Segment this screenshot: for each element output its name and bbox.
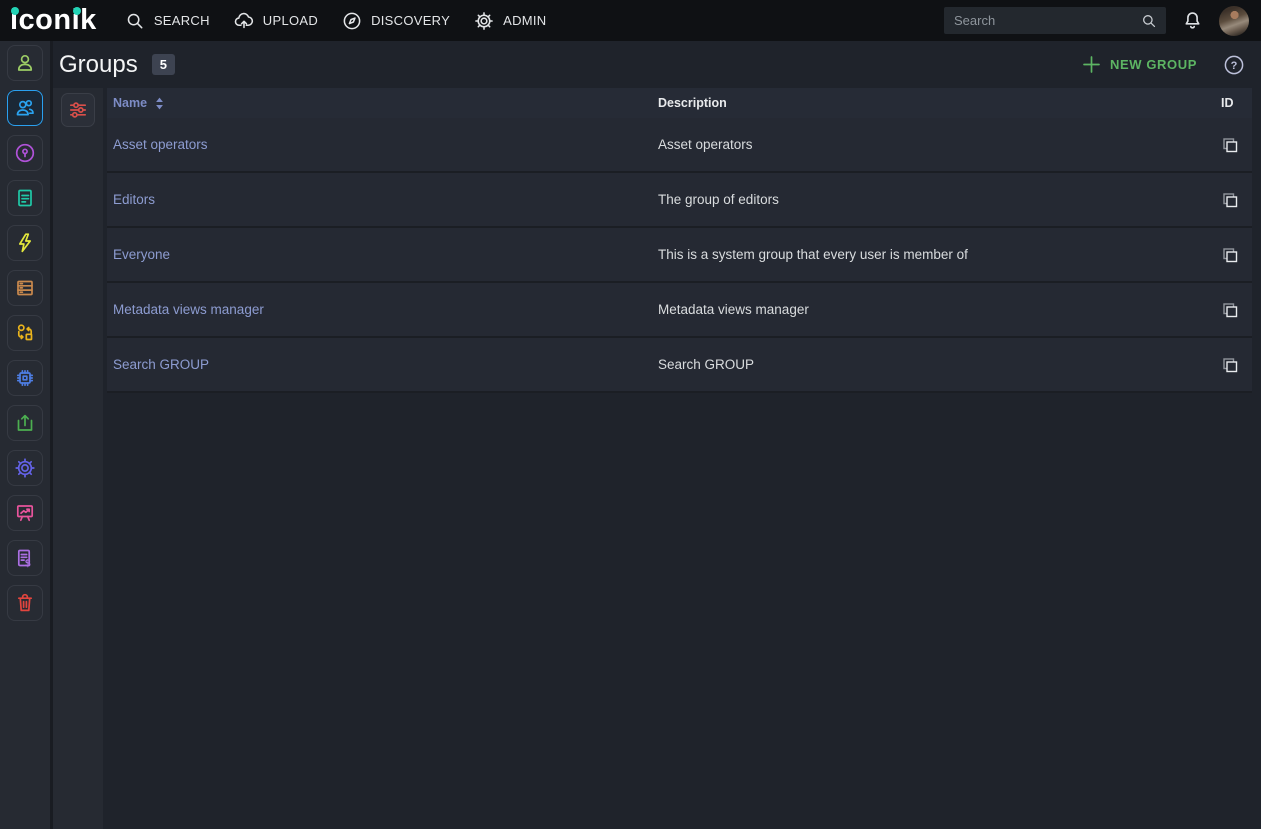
plus-icon [1082, 55, 1101, 74]
nav-admin[interactable]: ADMIN [473, 10, 546, 32]
sidebar-item-metadata-views[interactable] [7, 180, 43, 216]
nav-label: DISCOVERY [371, 13, 450, 28]
swap-icon [13, 321, 37, 345]
app-body: $ Groups 5 NEW GROUP [0, 41, 1261, 829]
cpu-icon [13, 366, 37, 390]
new-group-button[interactable]: NEW GROUP [1082, 55, 1197, 74]
column-header-id: ID [1221, 96, 1252, 110]
table-row: Everyone This is a system group that eve… [107, 228, 1252, 283]
table-row: Search GROUP Search GROUP [107, 338, 1252, 393]
table-row: Asset operators Asset operators [107, 118, 1252, 173]
group-description: Metadata views manager [658, 302, 1221, 317]
sidebar-item-recycle-bin[interactable] [7, 585, 43, 621]
nav-label: UPLOAD [263, 13, 318, 28]
nav-label: ADMIN [503, 13, 546, 28]
group-description: This is a system group that every user i… [658, 247, 1221, 262]
server-icon [13, 276, 37, 300]
lightning-icon [13, 231, 37, 255]
group-description: Search GROUP [658, 357, 1221, 372]
main-content: Groups 5 NEW GROUP ? [53, 41, 1261, 829]
sidebar-item-jobs[interactable] [7, 360, 43, 396]
table-row: Metadata views manager Metadata views ma… [107, 283, 1252, 338]
app-logo-text: iconik [10, 4, 97, 36]
svg-text:$: $ [25, 559, 31, 570]
document-lines-icon [13, 186, 37, 210]
group-name-link[interactable]: Search GROUP [113, 357, 209, 372]
group-count-badge: 5 [152, 54, 175, 75]
help-button[interactable]: ? [1223, 54, 1245, 76]
trash-icon [13, 591, 37, 615]
sidebar-item-exports[interactable] [7, 405, 43, 441]
lock-circle-icon [13, 141, 37, 165]
admin-sidebar: $ [0, 41, 53, 829]
logo-dot-icon [73, 7, 81, 15]
sidebar-item-storages[interactable] [7, 270, 43, 306]
export-icon [13, 411, 37, 435]
table-header-row: Name Description ID [107, 88, 1252, 118]
search-icon [124, 10, 146, 32]
group-name-link[interactable]: Everyone [113, 247, 170, 262]
logo-dot-icon [11, 7, 19, 15]
invoice-icon: $ [13, 546, 37, 570]
copy-id-button[interactable] [1221, 356, 1239, 374]
sidebar-item-automations[interactable] [7, 225, 43, 261]
sidebar-item-access-control[interactable] [7, 135, 43, 171]
gear-icon [473, 10, 495, 32]
primary-nav: SEARCH UPLOAD DISCOVERY [124, 10, 547, 32]
group-description: Asset operators [658, 137, 1221, 152]
group-icon [13, 96, 37, 120]
settings-gear-icon [13, 456, 37, 480]
search-icon[interactable] [1140, 12, 1158, 30]
sliders-icon [66, 98, 90, 122]
column-header-description: Description [658, 96, 1221, 110]
copy-id-button[interactable] [1221, 136, 1239, 154]
topbar-right [944, 6, 1249, 36]
notifications-bell-icon[interactable] [1181, 9, 1204, 32]
user-avatar[interactable] [1219, 6, 1249, 36]
nav-label: SEARCH [154, 13, 210, 28]
upload-cloud-icon [233, 10, 255, 32]
sidebar-item-groups[interactable] [7, 90, 43, 126]
page-title: Groups [59, 51, 138, 79]
user-icon [13, 51, 37, 75]
nav-discovery[interactable]: DISCOVERY [341, 10, 450, 32]
copy-id-button[interactable] [1221, 301, 1239, 319]
group-name-link[interactable]: Metadata views manager [113, 302, 264, 317]
nav-search[interactable]: SEARCH [124, 10, 210, 32]
sidebar-item-users[interactable] [7, 45, 43, 81]
page-header: Groups 5 NEW GROUP ? [53, 41, 1261, 88]
filter-rail [53, 88, 103, 829]
groups-table: Name Description ID Asset operators Asse… [103, 88, 1261, 829]
top-navigation-bar: iconik SEARCH UPLOAD [0, 0, 1261, 41]
sidebar-item-stats[interactable] [7, 495, 43, 531]
table-row: Editors The group of editors [107, 173, 1252, 228]
sidebar-item-transcoders[interactable] [7, 315, 43, 351]
column-header-name[interactable]: Name [107, 96, 658, 110]
search-input[interactable] [944, 13, 1140, 28]
sort-icon [155, 97, 164, 110]
app-window: iconik SEARCH UPLOAD [0, 0, 1261, 829]
content-area: Name Description ID Asset operators Asse… [53, 88, 1261, 829]
group-name-link[interactable]: Asset operators [113, 137, 208, 152]
sidebar-item-settings[interactable] [7, 450, 43, 486]
nav-upload[interactable]: UPLOAD [233, 10, 318, 32]
new-group-label: NEW GROUP [1110, 57, 1197, 72]
copy-id-button[interactable] [1221, 246, 1239, 264]
compass-icon [341, 10, 363, 32]
global-search-box [944, 7, 1166, 34]
app-logo[interactable]: iconik [10, 6, 97, 35]
copy-id-button[interactable] [1221, 191, 1239, 209]
chart-board-icon [13, 501, 37, 525]
svg-text:?: ? [1231, 60, 1238, 72]
sidebar-item-billing[interactable]: $ [7, 540, 43, 576]
help-icon: ? [1223, 54, 1245, 76]
filter-button[interactable] [61, 93, 95, 127]
group-description: The group of editors [658, 192, 1221, 207]
group-name-link[interactable]: Editors [113, 192, 155, 207]
